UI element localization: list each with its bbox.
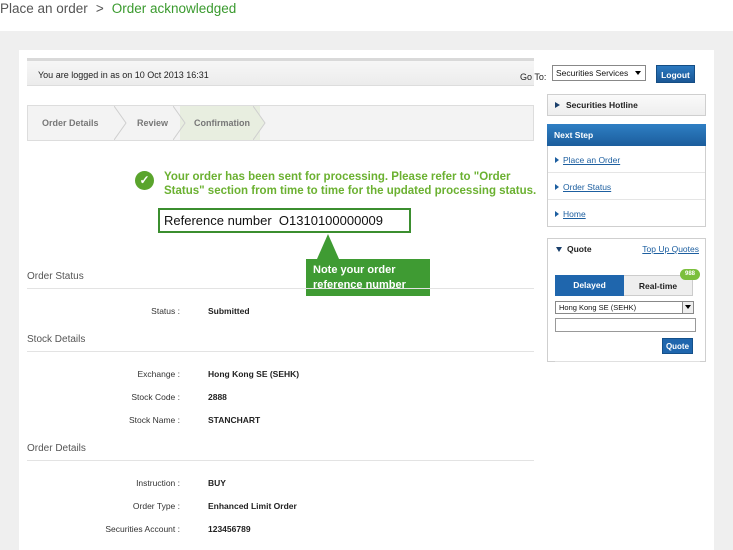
- next-step-place-order-link[interactable]: Place an Order: [555, 155, 620, 165]
- exchange-select[interactable]: Hong Kong SE (SEHK): [555, 301, 694, 314]
- section-stock-details: Stock Details: [27, 334, 534, 352]
- step-order-details: Order Details: [42, 118, 99, 128]
- row-value: Hong Kong SE (SEHK): [208, 369, 300, 379]
- quote-title: Quote: [567, 244, 592, 254]
- hotline-label: Securities Hotline: [566, 100, 638, 110]
- collapse-arrow-icon[interactable]: [556, 247, 562, 252]
- divider: [555, 361, 700, 362]
- link-label: Place an Order: [563, 155, 621, 165]
- success-message: Your order has been sent for processing.…: [164, 171, 537, 197]
- dropdown-arrow-icon: [685, 305, 691, 309]
- row-label: Order Type :: [132, 501, 180, 511]
- securities-hotline[interactable]: Securities Hotline: [547, 94, 706, 116]
- top-up-quotes-link[interactable]: Top Up Quotes: [642, 244, 699, 254]
- bullet-arrow-icon: [555, 157, 559, 163]
- content-panel: You are logged in as on 10 Oct 2013 16:3…: [19, 50, 714, 550]
- breadcrumb-parent[interactable]: Place an order: [0, 1, 88, 16]
- next-step-header: Next Step: [547, 124, 706, 146]
- top-bar: You are logged in as on 10 Oct 2013 16:3…: [27, 58, 546, 86]
- step-chevron-icon: [253, 106, 266, 140]
- row-label: Securities Account :: [105, 524, 180, 534]
- success-check-icon: ✓: [135, 171, 154, 190]
- next-step-home-link[interactable]: Home: [555, 209, 586, 219]
- progress-steps: Order Details Review Confirmation: [27, 105, 534, 141]
- row-label: Instruction :: [136, 478, 180, 488]
- row-value: STANCHART: [208, 415, 261, 425]
- row-value: BUY: [208, 478, 226, 488]
- section-order-status: Order Status: [27, 271, 534, 289]
- callout-pointer: [317, 234, 339, 259]
- sidebar: Securities Hotline Next Step Place an Or…: [547, 50, 706, 550]
- row-label: Stock Code :: [131, 392, 180, 402]
- reference-number-box: Reference number O1310100000009: [158, 208, 411, 233]
- quote-count-badge: 988: [680, 269, 700, 280]
- expand-arrow-icon: [555, 102, 560, 108]
- bullet-arrow-icon: [555, 184, 559, 190]
- step-confirmation: Confirmation: [194, 118, 250, 128]
- link-label: Order Status: [563, 182, 612, 192]
- reference-label: Reference number: [164, 213, 272, 228]
- step-chevron-icon: [114, 106, 127, 140]
- tab-delayed[interactable]: Delayed: [555, 275, 624, 296]
- row-value: 2888: [208, 392, 227, 402]
- exchange-selected-value: Hong Kong SE (SEHK): [559, 303, 637, 312]
- section-order-details: Order Details: [27, 443, 534, 461]
- next-step-order-status-link[interactable]: Order Status: [555, 182, 611, 192]
- divider: [548, 172, 705, 173]
- row-value: 123456789: [208, 524, 251, 534]
- divider: [548, 199, 705, 200]
- goto-label: Go To:: [520, 72, 547, 82]
- step-chevron-icon: [173, 106, 186, 140]
- dropdown-button[interactable]: [682, 302, 693, 313]
- main-column: You are logged in as on 10 Oct 2013 16:3…: [27, 50, 546, 550]
- row-label: Status :: [151, 306, 180, 316]
- quote-panel: Quote Top Up Quotes Delayed Real-time 98…: [547, 238, 706, 362]
- breadcrumb-current: Order acknowledged: [111, 1, 237, 16]
- stock-code-input[interactable]: [555, 318, 696, 332]
- link-label: Home: [563, 209, 586, 219]
- login-status: You are logged in as on 10 Oct 2013 16:3…: [38, 70, 209, 80]
- breadcrumb-separator: >: [95, 1, 104, 16]
- step-review: Review: [137, 118, 169, 128]
- bullet-arrow-icon: [555, 211, 559, 217]
- row-label: Exchange :: [137, 369, 180, 379]
- row-label: Stock Name :: [128, 415, 180, 425]
- quote-button[interactable]: Quote: [662, 338, 693, 354]
- reference-number: O1310100000009: [278, 213, 384, 228]
- row-value: Submitted: [208, 306, 250, 316]
- row-value: Enhanced Limit Order: [208, 501, 297, 511]
- next-step-panel: Place an Order Order Status Home: [547, 146, 706, 227]
- breadcrumb: Place an order > Order acknowledged: [0, 1, 236, 16]
